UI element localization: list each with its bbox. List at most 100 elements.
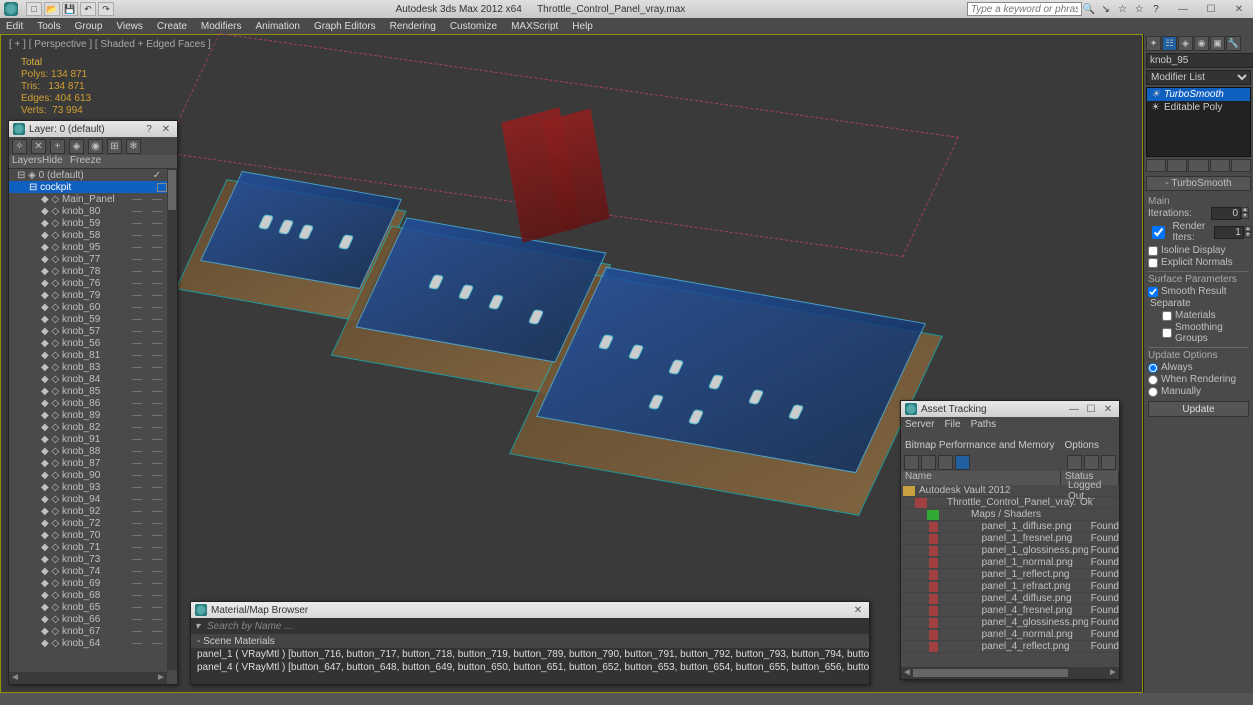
layer-row[interactable]: ◆ ◇ knob_85——	[9, 385, 167, 397]
maximize-icon[interactable]: ☐	[1084, 404, 1098, 415]
layer-row[interactable]: ◆ ◇ knob_64——	[9, 637, 167, 649]
layer-row[interactable]: ◆ ◇ knob_89——	[9, 409, 167, 421]
qat-save-icon[interactable]: 💾	[62, 2, 78, 16]
modifier-stack[interactable]: ☀TurboSmooth☀Editable Poly	[1146, 87, 1251, 157]
new-layer-icon[interactable]: ✧	[12, 139, 27, 154]
layer-row[interactable]: ⊟ ◈ 0 (default)✓	[9, 169, 167, 181]
delete-layer-icon[interactable]: ✕	[31, 139, 46, 154]
render-iters-spinner[interactable]	[1214, 226, 1244, 239]
asset-row[interactable]: Throttle_Control_Panel_vray.maxOk	[901, 497, 1119, 509]
help-search-input[interactable]	[967, 2, 1082, 16]
iterations-spinner[interactable]	[1211, 207, 1241, 220]
layer-row[interactable]: ◆ ◇ knob_72——	[9, 517, 167, 529]
layer-row[interactable]: ◆ ◇ knob_95——	[9, 241, 167, 253]
add-to-layer-icon[interactable]: +	[50, 139, 65, 154]
app-icon[interactable]	[4, 2, 18, 16]
rollout-header[interactable]: - TurboSmooth	[1146, 176, 1251, 191]
asset-menu-bitmap-performance-and-memory[interactable]: Bitmap Performance and Memory	[905, 440, 1055, 451]
layer-row[interactable]: ◆ ◇ knob_67——	[9, 625, 167, 637]
spinner-down[interactable]: ▼	[1241, 213, 1249, 219]
asset-menu-file[interactable]: File	[944, 419, 960, 430]
search-icon[interactable]: 🔍	[1082, 2, 1096, 16]
layer-row[interactable]: ◆ ◇ knob_58——	[9, 229, 167, 241]
layer-row[interactable]: ◆ ◇ knob_59——	[9, 217, 167, 229]
asset-row[interactable]: panel_4_fresnel.pngFound	[901, 605, 1119, 617]
qat-open-icon[interactable]: 📂	[44, 2, 60, 16]
sep-materials-checkbox[interactable]	[1162, 311, 1172, 321]
material-search[interactable]: ▾ Search by Name ...	[191, 618, 869, 634]
asset-menu-paths[interactable]: Paths	[971, 419, 997, 430]
layer-hscrollbar[interactable]: ◄►	[9, 672, 167, 684]
modifier-turbosmooth[interactable]: ☀TurboSmooth	[1147, 88, 1250, 101]
help-icon[interactable]: ?	[1149, 2, 1163, 16]
tab-utilities-icon[interactable]: 🔧	[1226, 36, 1241, 51]
material-list[interactable]: panel_1 ( VRayMtl ) [button_716, button_…	[191, 648, 869, 684]
help-icon[interactable]: ?	[142, 124, 156, 135]
menu-maxscript[interactable]: MAXScript	[511, 21, 558, 32]
material-dialog-titlebar[interactable]: Material/Map Browser ✕	[191, 602, 869, 618]
layer-row[interactable]: ◆ ◇ knob_69——	[9, 577, 167, 589]
layer-row[interactable]: ◆ ◇ knob_70——	[9, 529, 167, 541]
menu-graph-editors[interactable]: Graph Editors	[314, 21, 376, 32]
asset-menu-server[interactable]: Server	[905, 419, 934, 430]
render-iters-checkbox[interactable]	[1148, 226, 1169, 239]
layer-row[interactable]: ◆ ◇ knob_68——	[9, 589, 167, 601]
asset-row[interactable]: panel_1_fresnel.pngFound	[901, 533, 1119, 545]
sep-smoothing-checkbox[interactable]	[1162, 328, 1172, 338]
scene-materials-group[interactable]: - Scene Materials	[191, 634, 869, 648]
layer-row[interactable]: ◆ ◇ knob_83——	[9, 361, 167, 373]
layer-row[interactable]: ◆ ◇ Main_Panel——	[9, 193, 167, 205]
explicit-normals-checkbox[interactable]	[1148, 258, 1158, 268]
layer-row[interactable]: ◆ ◇ knob_81——	[9, 349, 167, 361]
asset-row[interactable]: panel_1_glossiness.pngFound	[901, 545, 1119, 557]
layer-row[interactable]: ◆ ◇ knob_86——	[9, 397, 167, 409]
layer-row[interactable]: ◆ ◇ knob_74——	[9, 565, 167, 577]
layer-row[interactable]: ◆ ◇ knob_66——	[9, 613, 167, 625]
layer-row[interactable]: ◆ ◇ knob_78——	[9, 265, 167, 277]
layer-tree[interactable]: ⊟ ◈ 0 (default)✓⊟ cockpit◆ ◇ Main_Panel—…	[9, 169, 167, 670]
layer-row[interactable]: ◆ ◇ knob_59——	[9, 313, 167, 325]
qat-new-icon[interactable]: □	[26, 2, 42, 16]
viewport-label[interactable]: [ + ] [ Perspective ] [ Shaded + Edged F…	[9, 39, 211, 50]
tab-display-icon[interactable]: ▣	[1210, 36, 1225, 51]
asset-row[interactable]: panel_4_normal.pngFound	[901, 629, 1119, 641]
list-view-icon[interactable]	[938, 455, 953, 470]
asset-dialog-titlebar[interactable]: Asset Tracking —☐✕	[901, 401, 1119, 417]
layer-row[interactable]: ◆ ◇ knob_77——	[9, 253, 167, 265]
minimize-button[interactable]: —	[1173, 4, 1193, 15]
make-unique-icon[interactable]	[1188, 159, 1208, 172]
asset-row[interactable]: panel_4_reflect.pngFound	[901, 641, 1119, 653]
asset-row[interactable]: panel_4_diffuse.pngFound	[901, 593, 1119, 605]
layer-row[interactable]: ◆ ◇ knob_79——	[9, 289, 167, 301]
asset-row[interactable]: panel_1_refract.pngFound	[901, 581, 1119, 593]
layer-row[interactable]: ◆ ◇ knob_88——	[9, 445, 167, 457]
update-rendering-radio[interactable]	[1148, 375, 1158, 385]
arrow-icon[interactable]: ↘	[1099, 2, 1113, 16]
smooth-result-checkbox[interactable]	[1148, 287, 1158, 297]
menu-edit[interactable]: Edit	[6, 21, 23, 32]
menu-help[interactable]: Help	[572, 21, 593, 32]
update-button[interactable]: Update	[1148, 401, 1249, 417]
status-icon[interactable]	[1084, 455, 1099, 470]
refresh-icon[interactable]	[1067, 455, 1082, 470]
star-icon-2[interactable]: ☆	[1132, 2, 1146, 16]
menu-rendering[interactable]: Rendering	[390, 21, 436, 32]
menu-group[interactable]: Group	[75, 21, 103, 32]
options-icon[interactable]	[1101, 455, 1116, 470]
layer-row[interactable]: ◆ ◇ knob_76——	[9, 277, 167, 289]
layer-row[interactable]: ◆ ◇ knob_92——	[9, 505, 167, 517]
minimize-icon[interactable]: —	[1067, 404, 1081, 415]
select-highlight-icon[interactable]: ◈	[69, 139, 84, 154]
menu-create[interactable]: Create	[157, 21, 187, 32]
show-end-result-icon[interactable]	[1167, 159, 1187, 172]
qat-undo-icon[interactable]: ↶	[80, 2, 96, 16]
layer-row[interactable]: ◆ ◇ knob_80——	[9, 205, 167, 217]
asset-row[interactable]: Autodesk Vault 2012Logged Out ...	[901, 485, 1119, 497]
layer-dialog-titlebar[interactable]: Layer: 0 (default) ?✕	[9, 121, 177, 137]
layer-row[interactable]: ⊟ cockpit	[9, 181, 167, 193]
asset-row[interactable]: panel_1_normal.pngFound	[901, 557, 1119, 569]
star-icon[interactable]: ☆	[1115, 2, 1129, 16]
pin-stack-icon[interactable]	[1146, 159, 1166, 172]
asset-hscrollbar[interactable]: ◄►	[901, 667, 1119, 679]
table-view-icon[interactable]	[921, 455, 936, 470]
